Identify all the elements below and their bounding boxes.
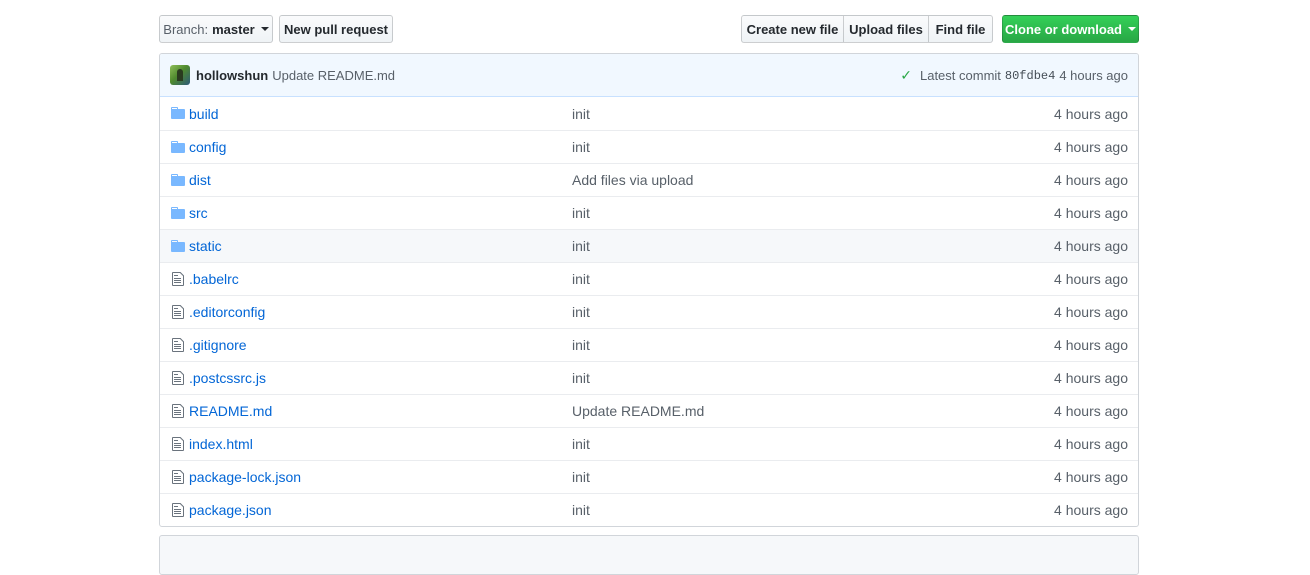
file-name-link[interactable]: package-lock.json [189, 469, 301, 485]
file-name-link[interactable]: README.md [189, 403, 272, 419]
file-row[interactable]: build init 4 hours ago [160, 97, 1138, 130]
file-name-link[interactable]: .editorconfig [189, 304, 265, 320]
file-age: 4 hours ago [1054, 502, 1128, 518]
file-age: 4 hours ago [1054, 370, 1128, 386]
file-name-link[interactable]: src [189, 205, 208, 221]
caret-down-icon [260, 27, 269, 31]
file-age: 4 hours ago [1054, 469, 1128, 485]
commit-sha-link[interactable]: 80fdbe4 [1005, 69, 1055, 83]
file-commit-message-link[interactable]: init [572, 304, 590, 320]
folder-icon [170, 205, 186, 221]
file-age: 4 hours ago [1054, 205, 1128, 221]
file-age: 4 hours ago [1054, 436, 1128, 452]
file-row[interactable]: static init 4 hours ago [160, 229, 1138, 262]
file-commit-message-link[interactable]: init [572, 502, 590, 518]
file-row[interactable]: config init 4 hours ago [160, 130, 1138, 163]
folder-icon [170, 105, 186, 121]
file-age: 4 hours ago [1054, 139, 1128, 155]
folder-icon [170, 139, 186, 155]
file-row[interactable]: README.md Update README.md 4 hours ago [160, 394, 1138, 427]
file-name-link[interactable]: package.json [189, 502, 272, 518]
file-icon [170, 502, 186, 518]
caret-down-icon [1128, 27, 1136, 31]
file-commit-message-link[interactable]: init [572, 139, 590, 155]
avatar[interactable] [170, 65, 190, 85]
file-name-link[interactable]: .postcssrc.js [189, 370, 266, 386]
find-file-button[interactable]: Find file [928, 15, 993, 43]
commit-age: 4 hours ago [1059, 68, 1128, 83]
clone-or-download-label: Clone or download [1005, 21, 1122, 37]
folder-icon [170, 172, 186, 188]
file-row[interactable]: dist Add files via upload 4 hours ago [160, 163, 1138, 196]
file-age: 4 hours ago [1054, 304, 1128, 320]
file-age: 4 hours ago [1054, 337, 1128, 353]
file-icon [170, 337, 186, 353]
file-name-link[interactable]: .gitignore [189, 337, 247, 353]
repo-file-navigation: Branch: master New pull request Create n… [159, 15, 1139, 575]
file-age: 4 hours ago [1054, 271, 1128, 287]
file-icon [170, 469, 186, 485]
file-name-link[interactable]: static [189, 238, 222, 254]
upload-files-button[interactable]: Upload files [843, 15, 929, 43]
file-commit-message-link[interactable]: init [572, 337, 590, 353]
commit-author-link[interactable]: hollowshun [196, 68, 268, 83]
file-name-link[interactable]: index.html [189, 436, 253, 452]
file-row[interactable]: .gitignore init 4 hours ago [160, 328, 1138, 361]
file-name-link[interactable]: build [189, 106, 219, 122]
create-new-file-button[interactable]: Create new file [741, 15, 844, 43]
file-row[interactable]: .postcssrc.js init 4 hours ago [160, 361, 1138, 394]
file-commit-message-link[interactable]: init [572, 205, 590, 221]
file-commit-message-link[interactable]: init [572, 436, 590, 452]
file-row[interactable]: index.html init 4 hours ago [160, 427, 1138, 460]
clone-or-download-button[interactable]: Clone or download [1002, 15, 1139, 43]
file-icon [170, 403, 186, 419]
file-age: 4 hours ago [1054, 238, 1128, 254]
file-commit-message-link[interactable]: init [572, 238, 590, 254]
readme-box [159, 535, 1139, 575]
file-row[interactable]: package.json init 4 hours ago [160, 493, 1138, 526]
file-icon [170, 370, 186, 386]
file-icon [170, 271, 186, 287]
check-icon: ✓ [900, 67, 912, 83]
file-row[interactable]: .editorconfig init 4 hours ago [160, 295, 1138, 328]
file-name-link[interactable]: config [189, 139, 226, 155]
branch-prefix: Branch: [163, 21, 209, 37]
file-row[interactable]: package-lock.json init 4 hours ago [160, 460, 1138, 493]
folder-icon [170, 238, 186, 254]
latest-commit-label: Latest commit [919, 68, 1001, 83]
file-name-link[interactable]: .babelrc [189, 271, 239, 287]
file-commit-message-link[interactable]: init [572, 370, 590, 386]
commit-message-link[interactable]: Update README.md [272, 68, 395, 83]
file-row[interactable]: src init 4 hours ago [160, 196, 1138, 229]
file-commit-message-link[interactable]: init [572, 271, 590, 287]
file-commit-message-link[interactable]: Add files via upload [572, 172, 693, 188]
branch-select-button[interactable]: Branch: master [159, 15, 273, 43]
file-commit-message-link[interactable]: init [572, 469, 590, 485]
file-icon [170, 304, 186, 320]
file-age: 4 hours ago [1054, 172, 1128, 188]
file-table: hollowshun Update README.md ✓ Latest com… [159, 53, 1139, 527]
file-list: build init 4 hours ago config init 4 hours ag… [160, 97, 1138, 526]
branch-name: master [212, 21, 255, 37]
file-name-link[interactable]: dist [189, 172, 211, 188]
file-row[interactable]: .babelrc init 4 hours ago [160, 262, 1138, 295]
new-pull-request-button[interactable]: New pull request [279, 15, 393, 43]
file-age: 4 hours ago [1054, 105, 1128, 122]
commit-meta: ✓ Latest commit 80fdbe4 4 hours ago [900, 54, 1128, 97]
file-icon [170, 436, 186, 452]
file-age: 4 hours ago [1054, 403, 1128, 419]
latest-commit-bar: hollowshun Update README.md ✓ Latest com… [160, 54, 1138, 97]
file-commit-message-link[interactable]: init [572, 106, 590, 122]
file-toolbar: Branch: master New pull request Create n… [159, 15, 1139, 43]
file-commit-message-link[interactable]: Update README.md [572, 403, 704, 419]
